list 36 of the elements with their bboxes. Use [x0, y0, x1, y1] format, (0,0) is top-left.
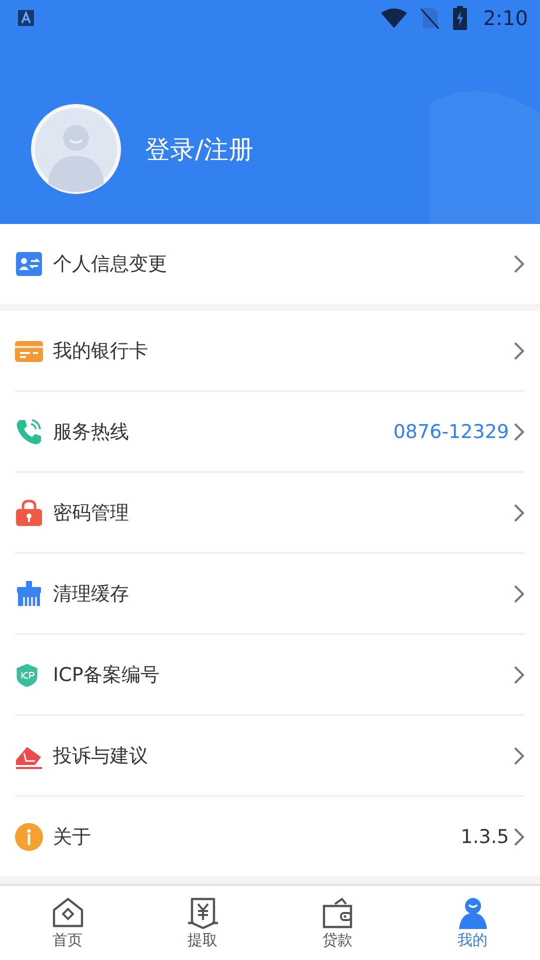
- phone-icon: [15, 418, 43, 446]
- chevron-icon: [513, 502, 525, 522]
- wifi-icon: [381, 8, 408, 28]
- avatar[interactable]: [31, 104, 121, 194]
- chevron-icon: [513, 340, 525, 360]
- version-number: 1.3.5: [460, 826, 509, 848]
- menu-item[interactable]: ICP备案编号: [15, 635, 525, 716]
- broom-icon: [15, 580, 43, 608]
- nav-tab[interactable]: 提取: [135, 886, 270, 960]
- battery-charging-icon: [453, 6, 468, 30]
- chevron-icon: [513, 584, 525, 604]
- chevron-icon: [513, 422, 525, 442]
- nav-tab[interactable]: 贷款: [270, 886, 405, 960]
- phone-number[interactable]: 0876-12329: [393, 420, 509, 442]
- chevron-icon: [513, 664, 525, 684]
- info-icon: [15, 822, 43, 850]
- no-sim-icon: [421, 7, 440, 29]
- login-register-link[interactable]: 登录/注册: [145, 132, 254, 166]
- contact-card-icon: [15, 250, 43, 278]
- home-icon: [50, 896, 84, 928]
- menu-item[interactable]: 清理缓存: [15, 554, 525, 635]
- nav-tab[interactable]: 首页: [0, 886, 135, 960]
- chevron-icon: [513, 254, 525, 274]
- menu-item[interactable]: 密码管理: [15, 473, 525, 554]
- yen-receipt-icon: [186, 896, 220, 928]
- status-time: 2:10: [483, 6, 528, 30]
- menu-item[interactable]: 投诉与建议: [15, 716, 525, 797]
- menu-item[interactable]: 服务热线 0876-12329: [15, 392, 525, 473]
- menu-item[interactable]: 我的银行卡: [15, 311, 525, 392]
- menu-item[interactable]: 关于 1.3.5: [15, 797, 525, 876]
- chevron-icon: [513, 826, 525, 846]
- nav-tab[interactable]: 我的: [405, 886, 540, 960]
- keyboard-icon: [18, 10, 34, 26]
- chevron-icon: [513, 746, 525, 766]
- wallet-icon: [320, 896, 354, 928]
- padlock-icon: [15, 498, 43, 526]
